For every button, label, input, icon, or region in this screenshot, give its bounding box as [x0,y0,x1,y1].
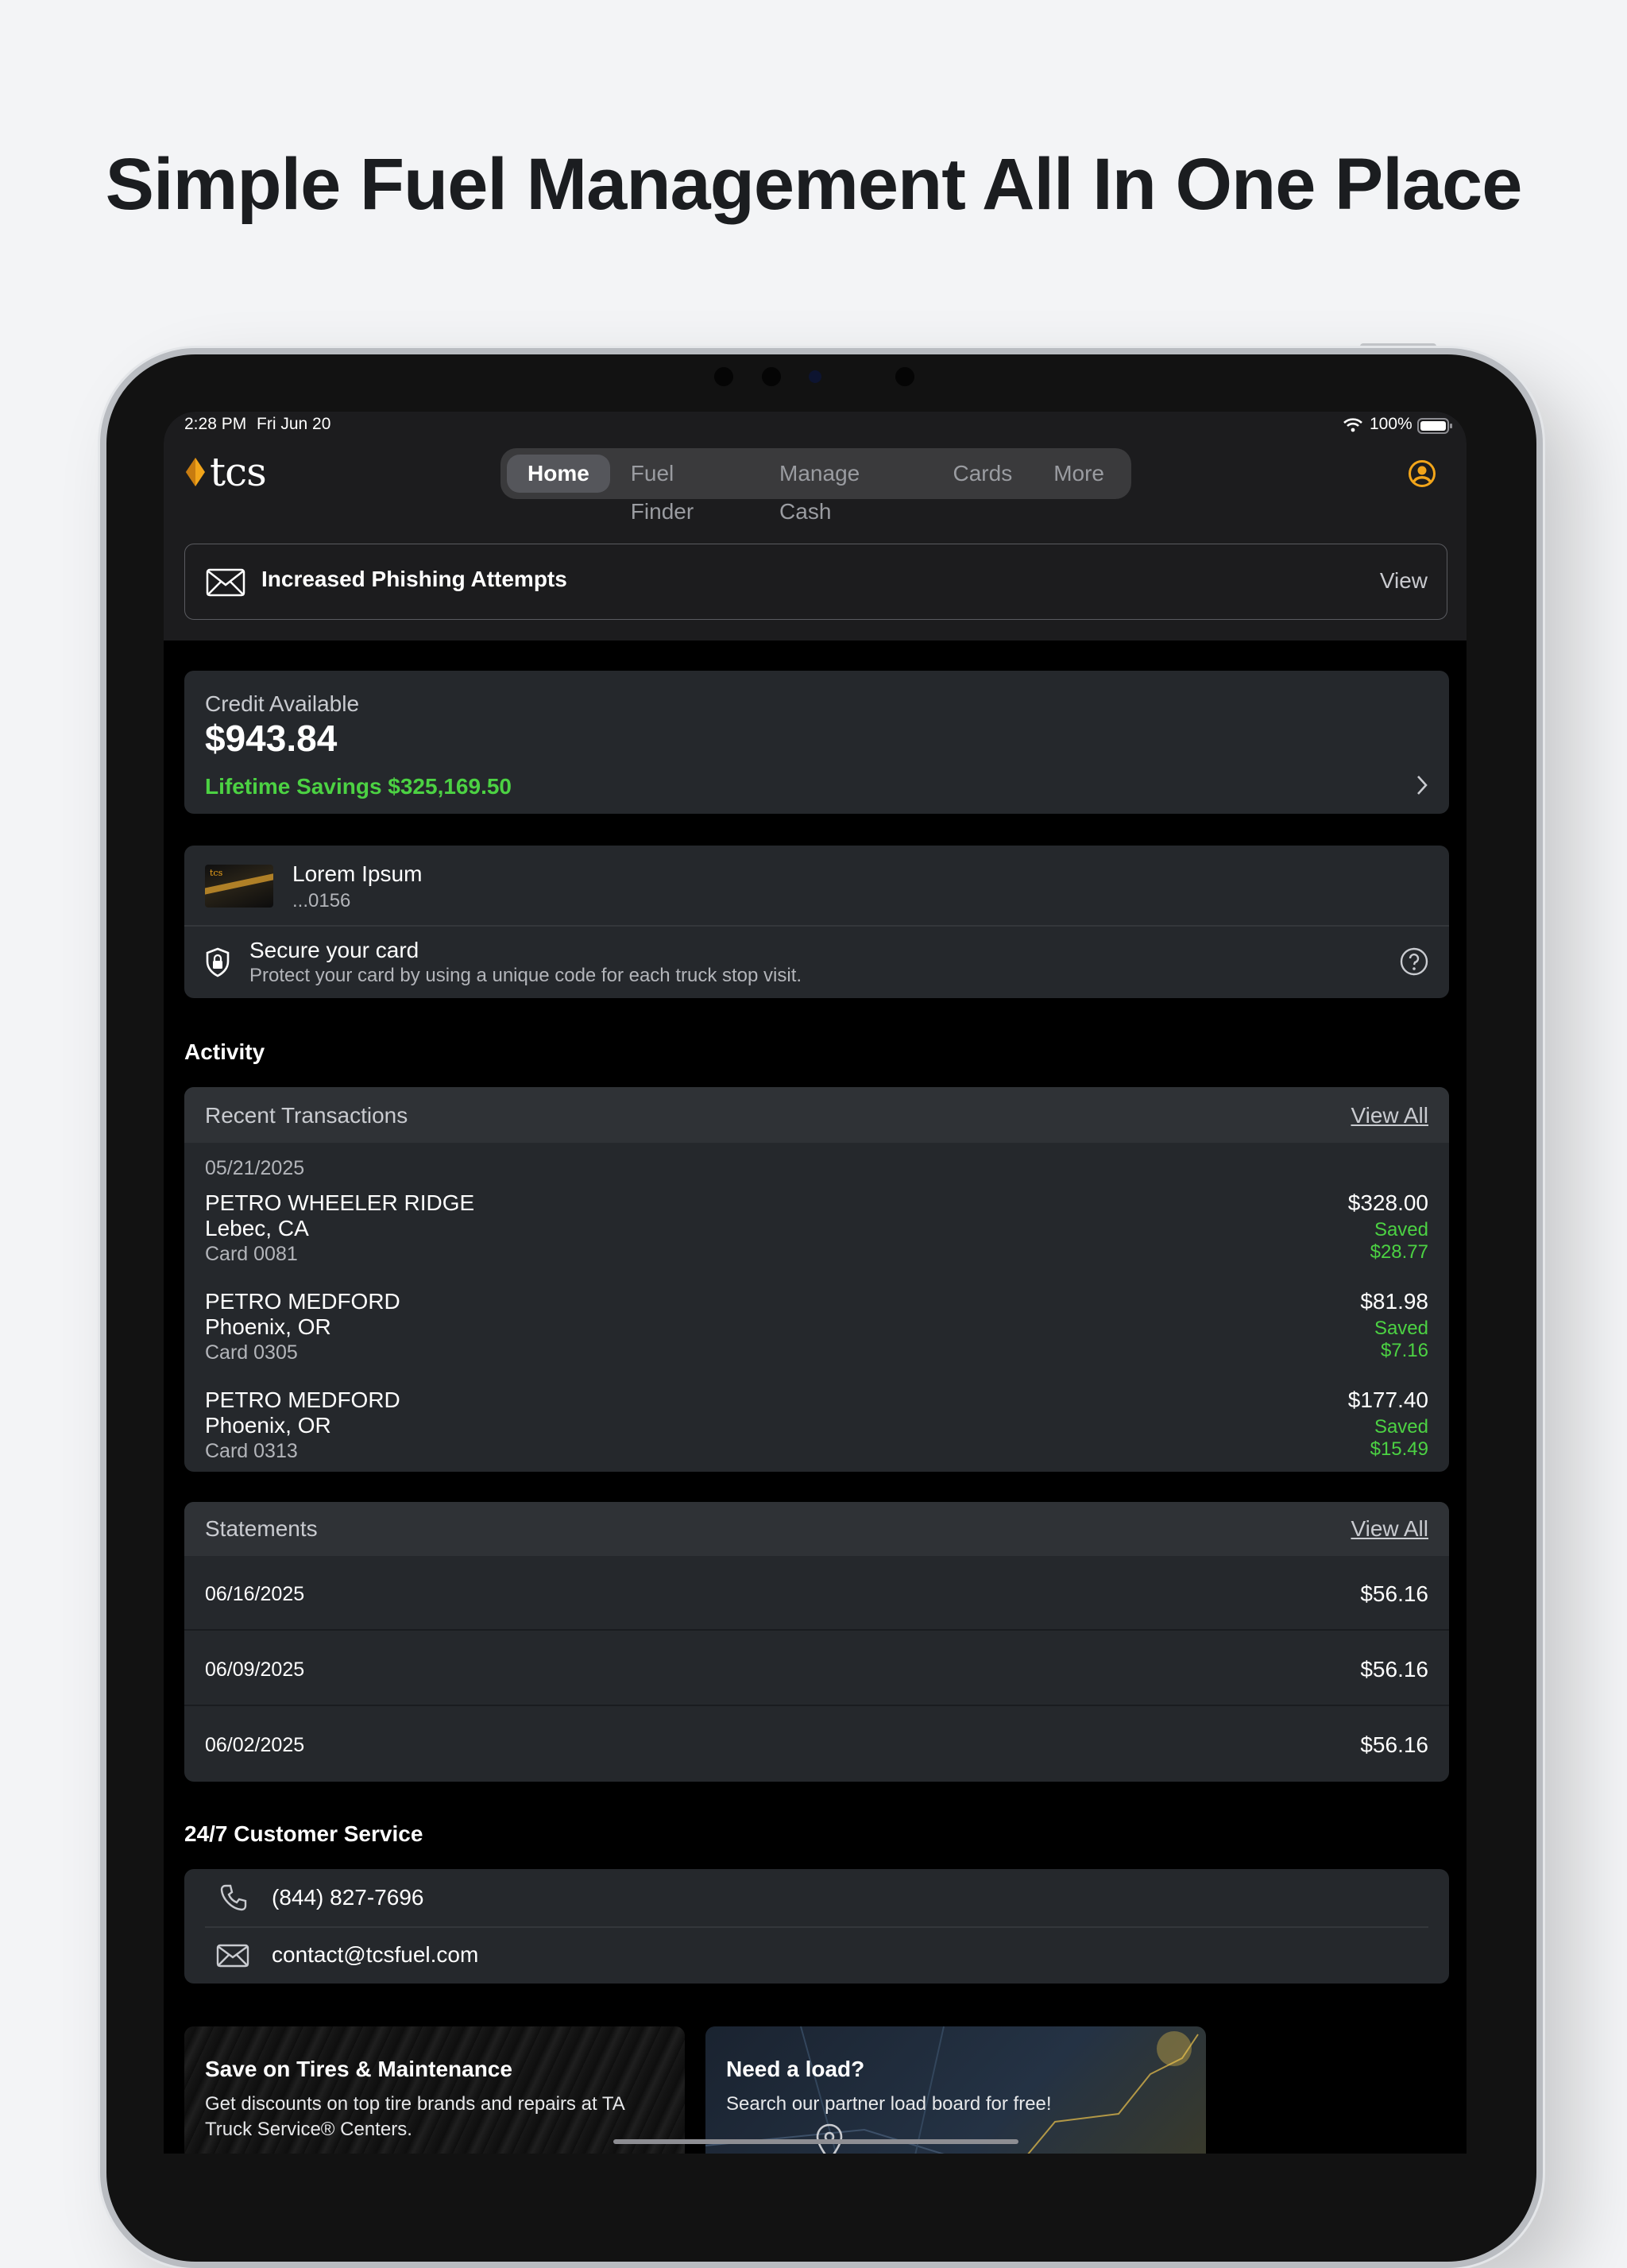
activity-heading: Activity [184,1039,265,1064]
transaction-amount: $328.00 [1347,1190,1428,1215]
transactions-view-all-link[interactable]: View All [1351,1103,1428,1128]
tab-manage-cash[interactable]: Manage Cash [759,455,932,524]
merchant-location: Phoenix, OR [205,1413,331,1438]
sensor-dot [762,367,781,386]
statement-date: 06/02/2025 [205,1734,305,1756]
statements-card: Statements View All 06/16/2025 $56.16 06… [184,1502,1449,1782]
support-email[interactable]: contact@tcsfuel.com [272,1942,478,1968]
sensor-dot [714,367,733,386]
load-promo-description: Search our partner load board for free! [726,2093,1052,2115]
app-screen: 2:28 PM Fri Jun 20 100% tcs Home Fuel Fi… [164,412,1467,2154]
map-route-graphic [705,2026,1199,2154]
saved-label: Saved [1374,1318,1428,1339]
status-date: Fri Jun 20 [257,415,331,433]
battery-percent: 100% [1370,415,1413,433]
statement-amount: $56.16 [1360,1732,1428,1757]
load-promo-title: Need a load? [726,2057,865,2081]
tab-fuel-finder[interactable]: Fuel Finder [610,455,759,524]
logo-text: tcs [210,449,267,495]
saved-label: Saved [1374,1219,1428,1240]
saved-amount: $7.16 [1380,1340,1428,1361]
alert-view-link[interactable]: View [1380,568,1428,594]
card-info-panel: tcs Lorem Ipsum ...0156 Secure your card… [184,846,1449,998]
statements-view-all-link[interactable]: View All [1351,1516,1428,1542]
secure-card-title: Secure your card [249,938,419,962]
saved-label: Saved [1374,1416,1428,1438]
statements-title: Statements [205,1516,318,1541]
tcs-logo: tcs [184,449,267,495]
tab-home[interactable]: Home [507,455,610,493]
status-time: 2:28 PM [184,415,247,433]
card-panel-divider [184,925,1449,927]
tires-promo-card[interactable]: Save on Tires & Maintenance Get discount… [184,2026,685,2154]
customer-service-heading: 24/7 Customer Service [184,1821,423,1846]
battery-icon [1417,418,1452,434]
credit-amount: $943.84 [205,718,338,759]
merchant-name: PETRO MEDFORD [205,1388,400,1412]
profile-icon[interactable] [1408,459,1436,488]
transaction-amount: $81.98 [1360,1289,1428,1314]
lifetime-savings: Lifetime Savings $325,169.50 [205,774,512,799]
secure-card-description: Protect your card by using a unique code… [249,965,802,986]
statement-amount: $56.16 [1360,1581,1428,1606]
statement-divider [184,1629,1449,1631]
transaction-card: Card 0081 [205,1243,298,1265]
shield-lock-icon [206,947,230,977]
tires-promo-title: Save on Tires & Maintenance [205,2057,512,2081]
transaction-amount: $177.40 [1347,1388,1428,1412]
card-number: ...0156 [292,890,351,911]
saved-amount: $28.77 [1370,1241,1428,1263]
load-board-promo-card[interactable]: Need a load? Search our partner load boa… [705,2026,1206,2154]
customer-service-card: (844) 827-7696 contact@tcsfuel.com [184,1869,1449,1984]
merchant-name: PETRO WHEELER RIDGE [205,1190,475,1215]
transaction-card: Card 0305 [205,1341,298,1364]
credit-label: Credit Available [205,691,360,716]
statements-header [184,1502,1449,1556]
merchant-location: Phoenix, OR [205,1314,331,1339]
phone-icon [220,1884,247,1911]
phishing-alert-banner[interactable]: Increased Phishing Attempts View [184,544,1447,620]
card-thumbnail: tcs [205,865,273,908]
page-headline: Simple Fuel Management All In One Place [105,144,1523,225]
alert-text: Increased Phishing Attempts [261,567,567,591]
tab-cards[interactable]: Cards [933,455,1034,493]
main-nav: Home Fuel Finder Manage Cash Cards More [500,448,1131,524]
recent-transactions-card: Recent Transactions View All 05/21/2025 … [184,1087,1449,1472]
tcs-logo-mark-icon [186,458,205,486]
statement-amount: $56.16 [1360,1657,1428,1682]
statement-date: 06/16/2025 [205,1583,305,1605]
recent-transactions-title: Recent Transactions [205,1103,408,1128]
service-divider [205,1926,1428,1928]
support-phone[interactable]: (844) 827-7696 [272,1885,423,1910]
statement-divider [184,1705,1449,1706]
home-indicator [613,2139,1018,2144]
map-pin-icon [816,2123,843,2154]
help-icon[interactable] [1400,947,1428,976]
wifi-icon [1343,418,1362,432]
camera-lens [809,370,821,383]
statement-date: 06/09/2025 [205,1658,305,1681]
sensor-dot [895,367,914,386]
transaction-date: 05/21/2025 [205,1157,305,1179]
envelope-icon [206,568,245,597]
merchant-name: PETRO MEDFORD [205,1289,400,1314]
merchant-location: Lebec, CA [205,1216,309,1240]
chevron-right-icon [1417,776,1428,795]
saved-amount: $15.49 [1370,1438,1428,1460]
card-thumbnail-logo: tcs [210,868,223,878]
email-icon [216,1944,249,1968]
cardholder-name: Lorem Ipsum [292,861,423,886]
tires-promo-description: Get discounts on top tire brands and rep… [205,2093,624,2140]
transaction-card: Card 0313 [205,1440,298,1462]
credit-card-summary[interactable]: Credit Available $943.84 Lifetime Saving… [184,671,1449,814]
tab-more[interactable]: More [1033,455,1125,493]
